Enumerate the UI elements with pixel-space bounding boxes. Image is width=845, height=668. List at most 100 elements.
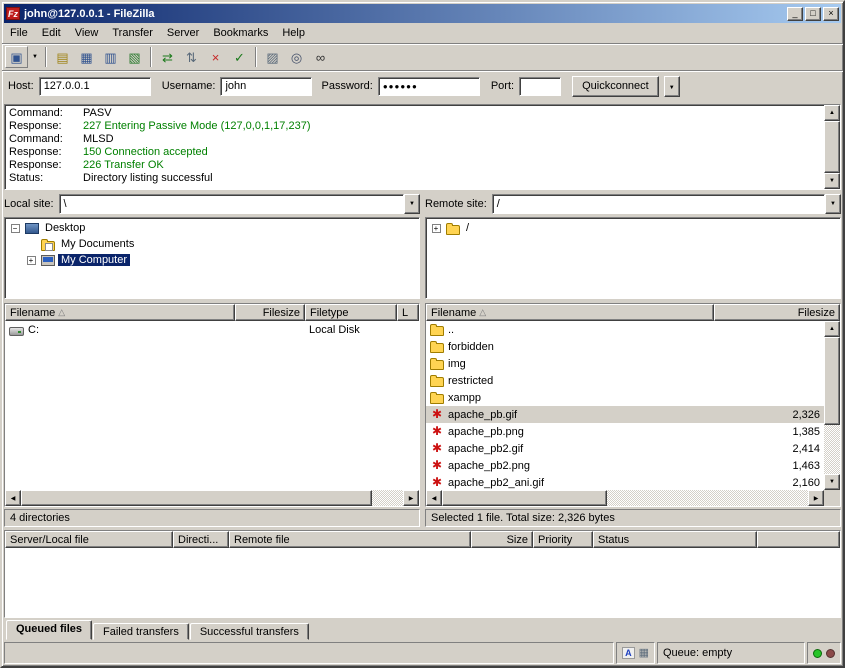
refresh-button[interactable]: ⇄ <box>156 46 179 68</box>
menu-server[interactable]: Server <box>160 24 206 42</box>
menu-bookmarks[interactable]: Bookmarks <box>206 24 275 42</box>
local-horizontal-scrollbar[interactable]: ◀ ▶ <box>5 490 419 506</box>
column-header-direction[interactable]: Directi... <box>173 531 229 548</box>
tab-successful-transfers[interactable]: Successful transfers <box>190 623 309 640</box>
local-site-combobox[interactable]: \ ▼ <box>59 194 420 214</box>
tree-item-root[interactable]: + / <box>429 220 839 236</box>
scroll-down-button[interactable]: ▼ <box>824 173 840 189</box>
column-header-priority[interactable]: Priority <box>533 531 593 548</box>
remote-site-dropdown[interactable]: ▼ <box>825 194 841 214</box>
password-input[interactable] <box>378 77 480 96</box>
dir-row-img[interactable]: img <box>426 355 824 372</box>
close-button[interactable]: × <box>823 7 839 21</box>
dir-row-restricted[interactable]: restricted <box>426 372 824 389</box>
menu-edit[interactable]: Edit <box>35 24 68 42</box>
local-site-path[interactable]: \ <box>59 194 404 214</box>
dir-row-xampp[interactable]: xampp <box>426 389 824 406</box>
column-header-filename[interactable]: Filename △ <box>5 304 235 321</box>
site-manager-dropdown[interactable]: ▼ <box>29 46 41 68</box>
port-input[interactable] <box>519 77 561 96</box>
scroll-left-button[interactable]: ◀ <box>5 490 21 506</box>
filter-button[interactable]: ▨ <box>261 46 284 68</box>
file-row-apache-pb-png[interactable]: ✱apache_pb.png 1,385 <box>426 423 824 440</box>
keypad-icon[interactable]: ▦ <box>639 648 649 658</box>
tree-item-desktop[interactable]: − Desktop <box>8 220 418 236</box>
column-header-server-local-file[interactable]: Server/Local file <box>5 531 173 548</box>
column-header-status[interactable]: Status <box>593 531 757 548</box>
dir-row-parent[interactable]: .. <box>426 321 824 338</box>
scroll-thumb[interactable] <box>824 121 840 173</box>
file-row-apache-pb2-png[interactable]: ✱apache_pb2.png 1,463 <box>426 457 824 474</box>
menu-transfer[interactable]: Transfer <box>105 24 160 42</box>
column-header-filesize[interactable]: Filesize <box>235 304 305 321</box>
scroll-left-button[interactable]: ◀ <box>426 490 442 506</box>
cancel-operation-button[interactable]: × <box>204 46 227 68</box>
file-row-apache-pb-gif[interactable]: ✱apache_pb.gif 2,326 <box>426 406 824 423</box>
column-header-last-modified[interactable]: L <box>397 304 419 321</box>
file-row-c-drive[interactable]: C: Local Disk <box>5 321 419 338</box>
scroll-track[interactable] <box>824 121 840 173</box>
remote-vertical-scrollbar[interactable]: ▲ ▼ <box>824 321 840 490</box>
quickconnect-button[interactable]: Quickconnect <box>572 76 659 97</box>
column-header-filename[interactable]: Filename △ <box>426 304 714 321</box>
ascii-mode-icon[interactable]: A <box>622 647 635 659</box>
file-size: 2,414 <box>792 443 820 455</box>
file-row-apache-pb2-ani-gif[interactable]: ✱apache_pb2_ani.gif 2,160 <box>426 474 824 490</box>
toggle-message-log-button[interactable]: ▤ <box>51 46 74 68</box>
scroll-track[interactable] <box>21 490 403 506</box>
menu-view[interactable]: View <box>68 24 106 42</box>
file-row-apache-pb2-gif[interactable]: ✱apache_pb2.gif 2,414 <box>426 440 824 457</box>
column-label: Directi... <box>178 534 218 546</box>
scroll-thumb[interactable] <box>824 337 840 425</box>
column-header-size[interactable]: Size <box>471 531 533 548</box>
search-button[interactable]: ◎ <box>285 46 308 68</box>
title-bar[interactable]: Fz john@127.0.0.1 - FileZilla _ □ × <box>4 4 841 23</box>
remote-horizontal-scrollbar[interactable]: ◀ ▶ <box>426 490 840 506</box>
scroll-track[interactable] <box>442 490 808 506</box>
column-header-remote-file[interactable]: Remote file <box>229 531 471 548</box>
scroll-track[interactable] <box>824 337 840 474</box>
collapse-icon[interactable]: − <box>11 224 20 233</box>
tree-item-my-computer[interactable]: + My Computer <box>24 252 418 268</box>
tree-item-my-documents[interactable]: My Documents <box>24 236 418 252</box>
expand-icon[interactable]: + <box>27 256 36 265</box>
process-queue-button[interactable]: ⇅ <box>180 46 203 68</box>
scroll-thumb[interactable] <box>21 490 372 506</box>
site-manager-button[interactable]: ▣ <box>5 46 28 68</box>
scroll-up-button[interactable]: ▲ <box>824 105 840 121</box>
log-line: Command:PASV <box>9 107 824 120</box>
scroll-right-button[interactable]: ▶ <box>808 490 824 506</box>
expand-icon[interactable]: + <box>432 224 441 233</box>
scroll-up-button[interactable]: ▲ <box>824 321 840 337</box>
scroll-down-button[interactable]: ▼ <box>824 474 840 490</box>
queue-body[interactable] <box>5 548 840 617</box>
scroll-thumb[interactable] <box>442 490 607 506</box>
minimize-button[interactable]: _ <box>787 7 803 21</box>
menu-help[interactable]: Help <box>275 24 312 42</box>
disconnect-button[interactable]: ✓ <box>228 46 251 68</box>
maximize-button[interactable]: □ <box>805 7 821 21</box>
toggle-remote-tree-button[interactable]: ▥ <box>99 46 122 68</box>
menu-file[interactable]: File <box>3 24 35 42</box>
remote-site-combobox[interactable]: / ▼ <box>492 194 841 214</box>
log-vertical-scrollbar[interactable]: ▲ ▼ <box>824 105 840 189</box>
toggle-queue-button[interactable]: ▧ <box>123 46 146 68</box>
dir-row-forbidden[interactable]: forbidden <box>426 338 824 355</box>
dir-name: restricted <box>448 375 493 387</box>
dir-name: forbidden <box>448 341 494 353</box>
find-files-button[interactable]: ∞ <box>309 46 332 68</box>
host-input[interactable] <box>39 77 151 96</box>
quickconnect-dropdown[interactable]: ▼ <box>664 76 680 97</box>
image-file-icon: ✱ <box>430 408 444 421</box>
username-input[interactable] <box>220 77 312 96</box>
local-site-dropdown[interactable]: ▼ <box>404 194 420 214</box>
tab-failed-transfers[interactable]: Failed transfers <box>93 623 189 640</box>
column-header-filesize[interactable]: Filesize <box>714 304 840 321</box>
toggle-local-tree-button[interactable]: ▦ <box>75 46 98 68</box>
scroll-right-button[interactable]: ▶ <box>403 490 419 506</box>
column-header-filetype[interactable]: Filetype <box>305 304 397 321</box>
tab-label: Successful transfers <box>200 626 299 638</box>
remote-site-path[interactable]: / <box>492 194 825 214</box>
chevron-down-icon: ▼ <box>409 201 415 207</box>
tab-queued-files[interactable]: Queued files <box>6 620 92 640</box>
